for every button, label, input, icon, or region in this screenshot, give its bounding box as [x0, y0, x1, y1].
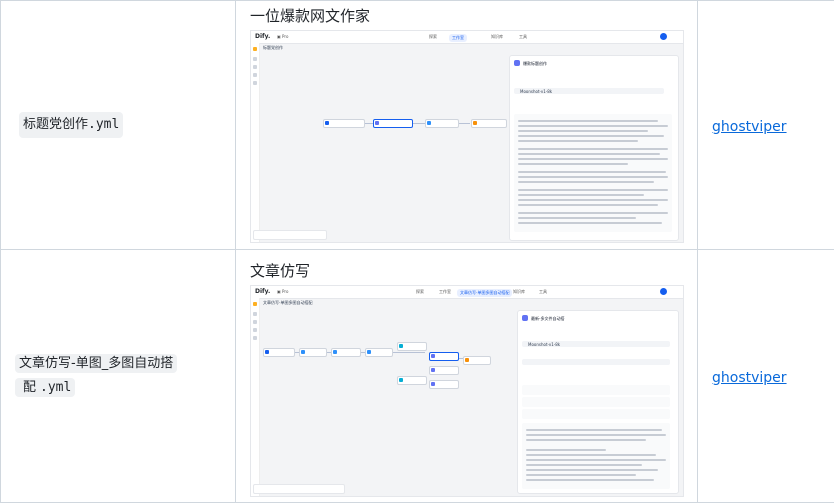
- nav-studio: 工作室: [439, 289, 451, 295]
- canvas-toolbar[interactable]: [253, 230, 327, 240]
- node-process[interactable]: [299, 348, 327, 357]
- preview-cell: 一位爆款网文作家 Dify. ▣ Pro 探索 工作室 知识库 工具: [236, 1, 698, 250]
- nav-knowledge: 知识库: [491, 34, 503, 40]
- nav-explore: 探索: [416, 289, 424, 295]
- file-cell: 文章仿写-单图_多图自动搭 配.yml: [1, 250, 236, 503]
- avatar: [660, 33, 667, 40]
- var-item[interactable]: [522, 409, 670, 419]
- left-rail: [251, 43, 260, 242]
- workflow-name: 标题党创作: [263, 45, 283, 51]
- prompt-editor[interactable]: [514, 114, 672, 232]
- left-rail: [251, 298, 260, 496]
- file-name-main: 文章仿写-单图_多图自动搭: [15, 354, 177, 373]
- author-link[interactable]: ghostviper: [712, 370, 787, 386]
- node-end[interactable]: [471, 119, 507, 128]
- node-branch[interactable]: [397, 376, 427, 385]
- author-link[interactable]: ghostviper: [712, 119, 787, 135]
- preview-cell: 文章仿写 Dify. ▣ Pro 探索 工作室 文章仿写-单图多图自动搭配 知识…: [236, 250, 698, 503]
- model-selector[interactable]: Moonshot-v1-8k: [522, 341, 670, 347]
- llm-icon: [522, 315, 528, 321]
- var-item[interactable]: [522, 385, 670, 395]
- file-cell: 标题党创作.yml: [1, 1, 236, 250]
- var-item[interactable]: [522, 397, 670, 407]
- panel-title: 爆款标题创作: [523, 61, 547, 67]
- canvas-toolbar[interactable]: [253, 484, 345, 494]
- workflow-screenshot: Dify. ▣ Pro 探索 工作室 知识库 工具 标题党创作: [250, 30, 684, 243]
- nav-studio: 工作室: [449, 34, 467, 42]
- app-title: 一位爆款网文作家: [250, 5, 697, 26]
- nav-tools: 工具: [519, 34, 527, 40]
- llm-icon: [514, 60, 520, 66]
- nav-tools: 工具: [539, 289, 547, 295]
- app-title: 文章仿写: [250, 260, 697, 281]
- context-field[interactable]: [522, 359, 670, 365]
- nav-breadcrumb: 文章仿写-单图多图自动搭配: [457, 289, 512, 297]
- workspace-badge: ▣ Pro: [277, 34, 288, 39]
- file-name: 文章仿写-单图_多图自动搭 配.yml: [15, 352, 235, 400]
- file-name-main-cont: 配: [19, 378, 40, 397]
- file-name-main: 标题党创作: [23, 117, 88, 132]
- workflow-name: 文章仿写-单图多图自动搭配: [263, 300, 312, 306]
- file-name: 标题党创作.yml: [19, 112, 123, 138]
- file-name-ext: .yml: [40, 380, 71, 395]
- node-llm[interactable]: [429, 366, 459, 375]
- avatar: [660, 288, 667, 295]
- node-process[interactable]: [331, 348, 361, 357]
- node-llm[interactable]: [429, 352, 459, 361]
- nav-explore: 探索: [429, 34, 437, 40]
- nav-knowledge: 知识库: [513, 289, 525, 295]
- table-row: 文章仿写-单图_多图自动搭 配.yml 文章仿写 Dify. ▣ Pro 探索 …: [1, 250, 834, 503]
- model-name: Moonshot-v1-8k: [520, 89, 552, 94]
- workflow-screenshot: Dify. ▣ Pro 探索 工作室 文章仿写-单图多图自动搭配 知识库 工具: [250, 285, 684, 497]
- dify-logo: Dify.: [255, 288, 270, 295]
- node-branch[interactable]: [397, 342, 427, 351]
- author-cell: ghostviper: [698, 1, 834, 250]
- app-topbar: Dify. ▣ Pro 探索 工作室 文章仿写-单图多图自动搭配 知识库 工具: [251, 286, 683, 299]
- workspace-badge: ▣ Pro: [277, 289, 288, 294]
- node-llm[interactable]: [429, 380, 459, 389]
- model-name: Moonshot-v1-8k: [528, 342, 560, 347]
- node-process[interactable]: [365, 348, 393, 357]
- file-name-ext: .yml: [88, 117, 119, 132]
- app-topbar: Dify. ▣ Pro 探索 工作室 知识库 工具: [251, 31, 683, 44]
- node-settings-panel: 最新-多文件自动搭 Moonshot-v1-8k: [517, 310, 679, 494]
- table-row: 标题党创作.yml 一位爆款网文作家 Dify. ▣ Pro 探索 工作室 知识…: [1, 1, 834, 250]
- panel-title: 最新-多文件自动搭: [531, 316, 564, 322]
- node-start[interactable]: [323, 119, 365, 128]
- author-cell: ghostviper: [698, 250, 834, 503]
- node-end[interactable]: [463, 356, 491, 365]
- dify-logo: Dify.: [255, 33, 270, 40]
- node-template[interactable]: [425, 119, 459, 128]
- node-llm[interactable]: [373, 119, 413, 128]
- node-settings-panel: 爆款标题创作 Moonshot-v1-8k: [509, 55, 679, 241]
- node-start[interactable]: [263, 348, 295, 357]
- model-selector[interactable]: Moonshot-v1-8k: [514, 88, 664, 94]
